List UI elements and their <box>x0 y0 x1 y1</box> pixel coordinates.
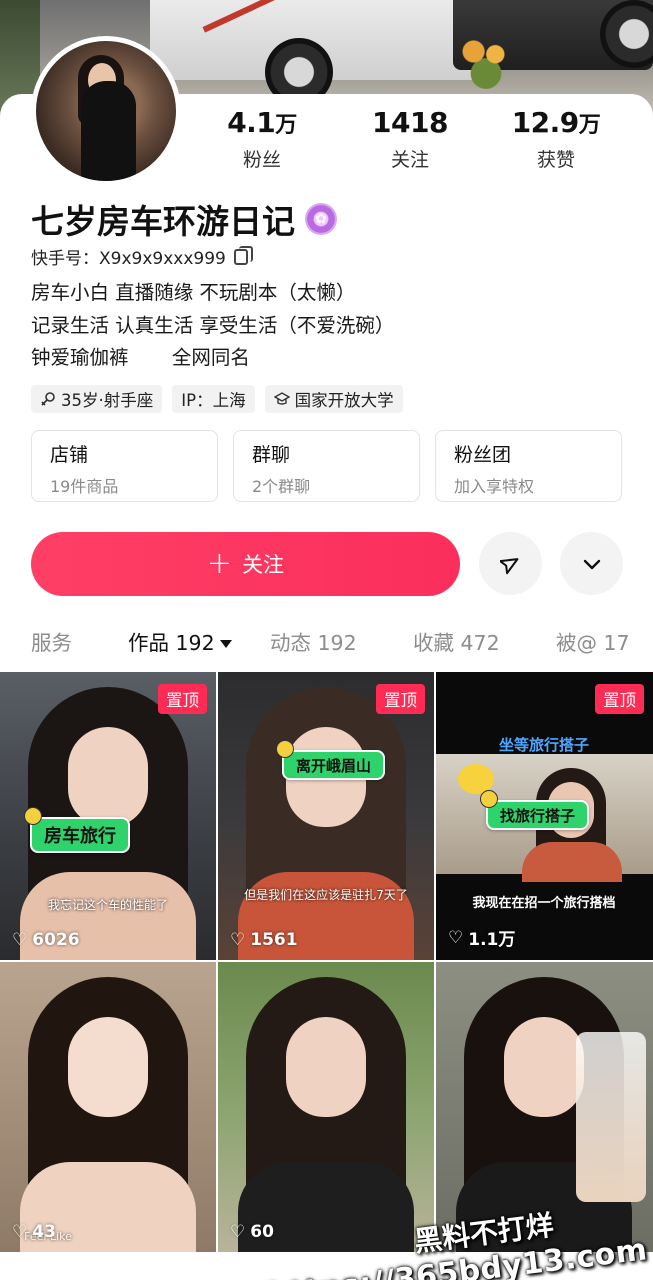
like-value: 6026 <box>32 930 80 950</box>
box-subtitle: 19件商品 <box>50 477 119 496</box>
heart-icon: ♡ <box>448 927 464 948</box>
pin-icon <box>480 790 498 808</box>
following-label: 关注 <box>390 149 429 171</box>
feature-boxes: 店铺 19件商品 群聊 2个群聊 粉丝团 加入享特权 <box>31 430 622 502</box>
video-card[interactable]: 置顶 离开峨眉山 但是我们在这应该是驻扎7天了 ♡ 1561 <box>218 672 434 960</box>
more-button[interactable] <box>560 532 623 595</box>
box-title: 群聊 <box>252 444 291 466</box>
likes-label: 获赞 <box>536 149 575 171</box>
bio-line: 钟爱瑜伽裤 全网同名 <box>31 346 250 369</box>
copy-icon[interactable] <box>233 245 253 265</box>
content-tabs: 服务 作品 192 动态 192 收藏 472 被@ 17 <box>0 620 653 664</box>
pin-icon <box>24 807 42 825</box>
tag-label: 国家开放大学 <box>294 391 394 410</box>
kuaishou-id: 快手号：X9x9x9xxx999 <box>31 249 226 269</box>
avatar[interactable] <box>31 36 181 186</box>
tab-moments[interactable]: 动态 192 <box>270 626 357 656</box>
like-value: 1561 <box>250 930 298 950</box>
tab-works-label: 作品 192 <box>128 631 215 655</box>
like-value: 43 <box>32 1222 56 1242</box>
stat-fans[interactable]: 4.1万 粉丝 <box>197 106 327 172</box>
video-top-caption: 坐等旅行搭子 <box>498 736 589 754</box>
tab-favorites[interactable]: 收藏 472 <box>413 626 500 656</box>
location-text: 找旅行搭子 <box>500 806 576 825</box>
like-count: ♡ 43 <box>12 1222 56 1242</box>
tag-school[interactable]: 国家开放大学 <box>264 385 403 413</box>
tag-label: IP：上海 <box>181 391 246 410</box>
banner-flowers <box>455 35 517 90</box>
plus-icon: + <box>206 546 233 581</box>
fans-unit: 万 <box>275 113 297 138</box>
like-count: ♡ 1.1万 <box>448 925 516 951</box>
caret-down-icon <box>219 640 232 648</box>
stat-following[interactable]: 1418 关注 <box>345 106 475 172</box>
tag-label: 35岁·射手座 <box>61 391 154 410</box>
tag-ip: IP：上海 <box>172 385 255 413</box>
box-title: 店铺 <box>50 444 89 466</box>
box-subtitle: 加入享特权 <box>454 477 535 496</box>
kuaishou-id-row[interactable]: 快手号：X9x9x9xxx999 <box>31 244 253 269</box>
following-count: 1418 <box>372 106 448 139</box>
video-bottom-caption: 我现在在招一个旅行搭档 <box>472 896 616 911</box>
location-sticker: 找旅行搭子 <box>480 790 590 830</box>
likes-unit: 万 <box>578 113 601 138</box>
video-card[interactable]: ♡ 60 <box>218 962 434 1252</box>
pinned-badge: 置顶 <box>158 684 207 714</box>
box-title: 粉丝团 <box>454 444 512 466</box>
follow-button[interactable]: + 关注 <box>31 532 460 596</box>
bio-line: 记录生活 认真生活 享受生活（不爱洗碗） <box>31 313 395 337</box>
video-card[interactable]: 置顶 房车旅行 我忘记这个车的性能了 ♡ 6026 <box>0 672 216 960</box>
fan-club-box[interactable]: 粉丝团 加入享特权 <box>435 430 622 502</box>
group-chat-box[interactable]: 群聊 2个群聊 <box>233 430 420 502</box>
video-caption: 我忘记这个车的性能了 <box>47 898 168 912</box>
verified-badge-icon[interactable]: ✿ <box>305 203 337 235</box>
tab-services[interactable]: 服务 <box>31 626 72 656</box>
shop-box[interactable]: 店铺 19件商品 <box>31 430 218 502</box>
drink-cup <box>576 1032 646 1202</box>
fans-label: 粉丝 <box>242 149 281 171</box>
box-subtitle: 2个群聊 <box>252 477 311 496</box>
pinned-badge: 置顶 <box>595 684 644 714</box>
profile-bio: 房车小白 直播随缘 不玩剧本（太懒） 记录生活 认真生活 享受生活（不爱洗碗） … <box>31 277 394 375</box>
location-text: 离开峨眉山 <box>296 756 372 775</box>
bio-line: 房车小白 直播随缘 不玩剧本（太懒） <box>31 281 356 304</box>
graduation-cap-icon <box>273 392 290 405</box>
profile-tags: 35岁·射手座 IP：上海 国家开放大学 <box>31 385 403 413</box>
follow-label: 关注 <box>242 553 285 577</box>
video-card[interactable]: 置顶 坐等旅行搭子 找旅行搭子 我现在在招一个旅行搭档 ♡ 1.1万 <box>436 672 653 960</box>
location-text: 房车旅行 <box>44 826 116 847</box>
send-icon <box>499 557 518 574</box>
fans-count: 4.1 <box>227 106 276 139</box>
name-row: 七岁房车环游日记 ✿ <box>31 195 337 243</box>
pinned-badge: 置顶 <box>376 684 425 714</box>
like-count: ♡ 6026 <box>12 930 80 950</box>
likes-count: 12.9 <box>511 106 580 139</box>
video-caption: 但是我们在这应该是驻扎7天了 <box>244 888 408 902</box>
heart-icon: ♡ <box>12 1222 28 1242</box>
heart-icon: ♡ <box>12 930 28 950</box>
like-count: ♡ 1561 <box>230 930 298 950</box>
like-value: 1.1万 <box>468 930 516 950</box>
location-sticker: 房车旅行 <box>24 807 130 853</box>
tab-mentions[interactable]: 被@ 17 <box>556 626 630 656</box>
share-button[interactable] <box>479 532 542 595</box>
tab-works[interactable]: 作品 192 <box>128 626 232 656</box>
location-sticker: 离开峨眉山 <box>276 740 386 780</box>
chevron-down-icon <box>583 559 600 569</box>
tag-age: 35岁·射手座 <box>31 385 163 413</box>
heart-icon: ♡ <box>230 1222 246 1242</box>
pin-icon <box>276 740 294 758</box>
heart-icon: ♡ <box>230 930 246 950</box>
profile-name: 七岁房车环游日记 <box>31 202 295 241</box>
female-icon <box>41 392 55 406</box>
video-card[interactable]: Feel Like ♡ 43 <box>0 962 216 1252</box>
stat-likes[interactable]: 12.9万 获赞 <box>491 106 621 172</box>
